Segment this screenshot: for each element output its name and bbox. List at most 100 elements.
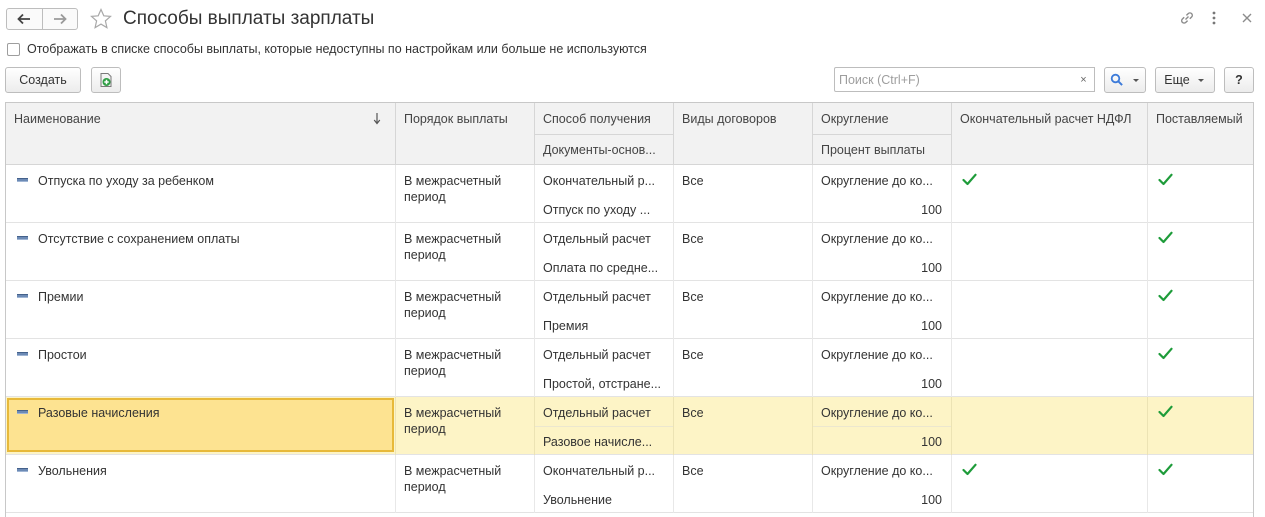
cell-final-ndfl[interactable] bbox=[952, 339, 1148, 397]
table-header: Наименование Порядок выплаты Способ полу… bbox=[6, 103, 1253, 165]
cell-method[interactable]: Отдельный расчет Разовое начисле... bbox=[535, 397, 674, 455]
row-pay-percent: 100 bbox=[921, 319, 942, 333]
link-button[interactable] bbox=[1179, 10, 1195, 29]
row-rounding: Округление до ко... bbox=[821, 464, 933, 478]
cell-name[interactable]: Отсутствие с сохранением оплаты bbox=[6, 223, 396, 281]
checkmark-icon bbox=[1158, 463, 1173, 476]
row-pay-order-line2: период bbox=[404, 306, 446, 320]
create-button[interactable]: Создать bbox=[5, 67, 81, 93]
table-row[interactable]: Отпуска по уходу за ребенком В межрасчетн… bbox=[6, 165, 1253, 223]
cell-name[interactable]: Увольнения bbox=[6, 455, 396, 513]
page-title: Способы выплаты зарплаты bbox=[123, 8, 375, 29]
cell-rounding[interactable]: Округление до ко... 100 bbox=[813, 223, 952, 281]
cell-supplied[interactable] bbox=[1148, 397, 1253, 455]
cell-rounding[interactable]: Округление до ко... 100 bbox=[813, 397, 952, 455]
cell-final-ndfl[interactable] bbox=[952, 165, 1148, 223]
cell-pay-order[interactable]: В межрасчетный период bbox=[396, 223, 535, 281]
row-method: Окончательный р... bbox=[543, 464, 656, 478]
cell-method[interactable]: Окончательный р... Отпуск по уходу ... bbox=[535, 165, 674, 223]
cell-contracts[interactable]: Все bbox=[674, 223, 813, 281]
cell-final-ndfl[interactable] bbox=[952, 281, 1148, 339]
cell-supplied[interactable] bbox=[1148, 165, 1253, 223]
forward-button[interactable] bbox=[41, 9, 78, 29]
column-header-supplied[interactable]: Поставляемый bbox=[1148, 103, 1253, 165]
more-vertical-icon bbox=[1212, 11, 1216, 25]
add-copy-button[interactable] bbox=[91, 67, 121, 93]
more-menu-button[interactable] bbox=[1209, 10, 1219, 29]
column-header-supplied-label: Поставляемый bbox=[1156, 112, 1243, 126]
cell-pay-order[interactable]: В межрасчетный период bbox=[396, 455, 535, 513]
column-header-contracts[interactable]: Виды договоров bbox=[674, 103, 813, 165]
column-header-name[interactable]: Наименование bbox=[6, 103, 396, 165]
cell-pay-order[interactable]: В межрасчетный период bbox=[396, 281, 535, 339]
table-row[interactable]: Разовые начисления В межрасчетный период От… bbox=[6, 397, 1253, 455]
cell-method[interactable]: Отдельный расчет Премия bbox=[535, 281, 674, 339]
cell-contracts[interactable]: Все bbox=[674, 397, 813, 455]
cell-pay-order[interactable]: В межрасчетный период bbox=[396, 397, 535, 455]
column-header-rounding-label: Округление bbox=[821, 112, 889, 126]
search-input[interactable] bbox=[837, 69, 1067, 91]
close-button[interactable] bbox=[1240, 10, 1254, 29]
favorite-button[interactable] bbox=[90, 8, 112, 32]
supplied-check bbox=[1158, 347, 1173, 363]
cell-supplied[interactable] bbox=[1148, 339, 1253, 397]
search-icon bbox=[1110, 73, 1123, 86]
column-header-method[interactable]: Способ получения Документы-основ... bbox=[535, 103, 674, 165]
cell-rounding[interactable]: Округление до ко... 100 bbox=[813, 339, 952, 397]
more-button[interactable]: Еще bbox=[1155, 67, 1215, 93]
final-ndfl-check bbox=[962, 463, 977, 479]
cell-rounding[interactable]: Округление до ко... 100 bbox=[813, 281, 952, 339]
cell-supplied[interactable] bbox=[1148, 223, 1253, 281]
cell-method[interactable]: Отдельный расчет Оплата по средне... bbox=[535, 223, 674, 281]
cell-rounding[interactable]: Округление до ко... 100 bbox=[813, 455, 952, 513]
column-header-docs-label: Документы-основ... bbox=[543, 143, 656, 157]
cell-final-ndfl[interactable] bbox=[952, 397, 1148, 455]
cell-name[interactable]: Разовые начисления bbox=[6, 397, 396, 455]
final-ndfl-check bbox=[962, 173, 977, 189]
column-header-method-label: Способ получения bbox=[543, 112, 651, 126]
back-button[interactable] bbox=[7, 9, 42, 29]
row-rounding: Округление до ко... bbox=[821, 406, 933, 420]
cell-rounding[interactable]: Округление до ко... 100 bbox=[813, 165, 952, 223]
show-unavailable-checkbox[interactable] bbox=[7, 42, 20, 56]
cell-supplied[interactable] bbox=[1148, 455, 1253, 513]
row-docs-basis: Премия bbox=[543, 319, 589, 333]
search-button[interactable] bbox=[1104, 67, 1146, 93]
cell-name[interactable]: Простои bbox=[6, 339, 396, 397]
cell-contracts[interactable]: Все bbox=[674, 455, 813, 513]
table-row[interactable]: Увольнения В межрасчетный период Окончатель… bbox=[6, 455, 1253, 513]
cell-method[interactable]: Отдельный расчет Простой, отстране... bbox=[535, 339, 674, 397]
column-header-rounding[interactable]: Округление Процент выплаты bbox=[813, 103, 952, 165]
cell-pay-order[interactable]: В межрасчетный период bbox=[396, 165, 535, 223]
cell-supplied[interactable] bbox=[1148, 281, 1253, 339]
column-header-name-label: Наименование bbox=[14, 112, 101, 126]
chevron-down-icon bbox=[1132, 79, 1139, 82]
column-header-pay-order[interactable]: Порядок выплаты bbox=[396, 103, 535, 165]
checkmark-icon bbox=[1158, 347, 1173, 360]
cell-pay-order[interactable]: В межрасчетный период bbox=[396, 339, 535, 397]
cell-final-ndfl[interactable] bbox=[952, 455, 1148, 513]
table-row[interactable]: Простои В межрасчетный период Отдельный рас… bbox=[6, 339, 1253, 397]
search-clear-button[interactable]: × bbox=[1073, 67, 1095, 92]
column-header-final-ndfl[interactable]: Окончательный расчет НДФЛ bbox=[952, 103, 1148, 165]
item-dash-icon bbox=[17, 352, 28, 356]
cell-name[interactable]: Премии bbox=[6, 281, 396, 339]
cell-name[interactable]: Отпуска по уходу за ребенком bbox=[6, 165, 396, 223]
table-row[interactable]: Отсутствие с сохранением оплаты В межрасч… bbox=[6, 223, 1253, 281]
cell-divider bbox=[813, 426, 951, 427]
row-rounding: Округление до ко... bbox=[821, 348, 933, 362]
supplied-check bbox=[1158, 231, 1173, 247]
cell-contracts[interactable]: Все bbox=[674, 281, 813, 339]
cell-contracts[interactable]: Все bbox=[674, 165, 813, 223]
cell-final-ndfl[interactable] bbox=[952, 223, 1148, 281]
checkmark-icon bbox=[962, 173, 977, 186]
cell-method[interactable]: Окончательный р... Увольнение bbox=[535, 455, 674, 513]
item-dash-icon bbox=[17, 468, 28, 472]
show-unavailable-label[interactable]: Отображать в списке способы выплаты, кот… bbox=[27, 42, 647, 56]
checkmark-icon bbox=[1158, 173, 1173, 186]
table-row[interactable]: Премии В межрасчетный период Отдельный расч… bbox=[6, 281, 1253, 339]
help-button[interactable]: ? bbox=[1224, 67, 1254, 93]
row-pay-order-line2: период bbox=[404, 248, 446, 262]
row-name: Премии bbox=[38, 290, 84, 304]
cell-contracts[interactable]: Все bbox=[674, 339, 813, 397]
